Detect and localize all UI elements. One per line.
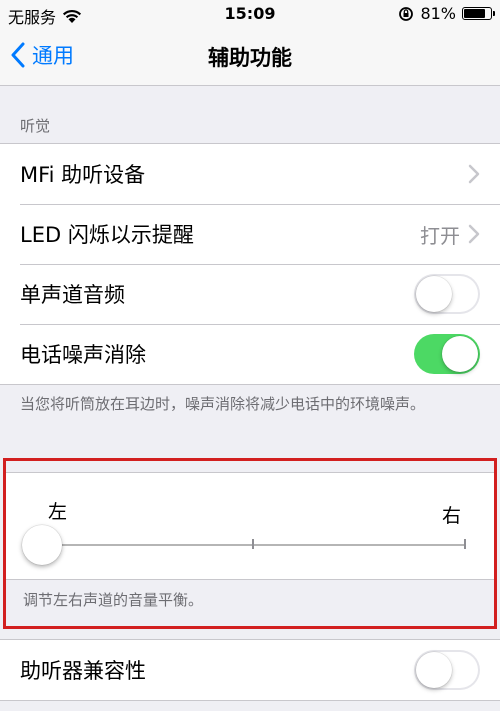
balance-left-label: 左 xyxy=(48,501,68,523)
back-label: 通用 xyxy=(32,44,74,68)
row-phone-noise-cancellation: 电话噪声消除 xyxy=(0,324,500,384)
row-label: 助听器兼容性 xyxy=(20,659,146,683)
chevron-right-icon xyxy=(468,224,480,244)
row-value: 打开 xyxy=(420,223,460,248)
noise-cancellation-footer: 当您将听筒放在耳边时，噪声消除将减少电话中的环境噪声。 xyxy=(20,395,426,413)
page-title: 辅助功能 xyxy=(208,46,292,70)
balance-highlight-box: 左 右 调节左右声道的音量平衡。 xyxy=(3,458,497,629)
noise-cancellation-toggle[interactable] xyxy=(414,334,480,374)
balance-caption: 调节左右声道的音量平衡。 xyxy=(23,591,204,609)
orientation-lock-icon xyxy=(399,6,414,21)
navigation-bar: 通用 辅助功能 xyxy=(0,28,500,86)
row-led-flash-alerts[interactable]: LED 闪烁以示提醒 打开 xyxy=(0,204,500,264)
toggle-knob xyxy=(416,652,452,688)
balance-center-tick xyxy=(252,539,254,549)
balance-right-label: 右 xyxy=(441,505,461,527)
chevron-right-icon xyxy=(468,164,480,184)
battery-fill xyxy=(464,9,486,18)
chevron-left-icon xyxy=(11,42,25,68)
status-bar: 无服务 15:09 81% xyxy=(0,0,500,28)
toggle-knob xyxy=(416,276,452,312)
row-label: LED 闪烁以示提醒 xyxy=(20,223,194,247)
hearing-settings-group: MFi 助听设备 LED 闪烁以示提醒 打开 单声道音频 电话噪声消除 xyxy=(0,143,500,385)
row-mfi-hearing-devices[interactable]: MFi 助听设备 xyxy=(0,144,500,204)
hearing-aid-group: 助听器兼容性 xyxy=(0,639,500,701)
status-right: 81% xyxy=(398,4,495,23)
battery-percent: 81% xyxy=(420,4,456,23)
battery-icon xyxy=(462,7,495,20)
row-label: 单声道音频 xyxy=(20,283,125,307)
row-label: MFi 助听设备 xyxy=(20,163,146,187)
row-label: 电话噪声消除 xyxy=(20,343,146,367)
hearing-aid-compat-toggle[interactable] xyxy=(414,650,480,690)
balance-slider-cell: 左 右 xyxy=(6,472,494,580)
back-button[interactable]: 通用 xyxy=(10,40,74,70)
row-hearing-aid-compatibility: 助听器兼容性 xyxy=(0,640,500,700)
balance-slider-track[interactable] xyxy=(42,544,466,546)
toggle-knob xyxy=(442,336,478,372)
balance-end-tick xyxy=(464,539,466,549)
row-mono-audio: 单声道音频 xyxy=(0,264,500,324)
balance-slider-thumb[interactable] xyxy=(22,525,62,565)
section-header-hearing: 听觉 xyxy=(20,117,51,135)
mono-audio-toggle[interactable] xyxy=(414,274,480,314)
